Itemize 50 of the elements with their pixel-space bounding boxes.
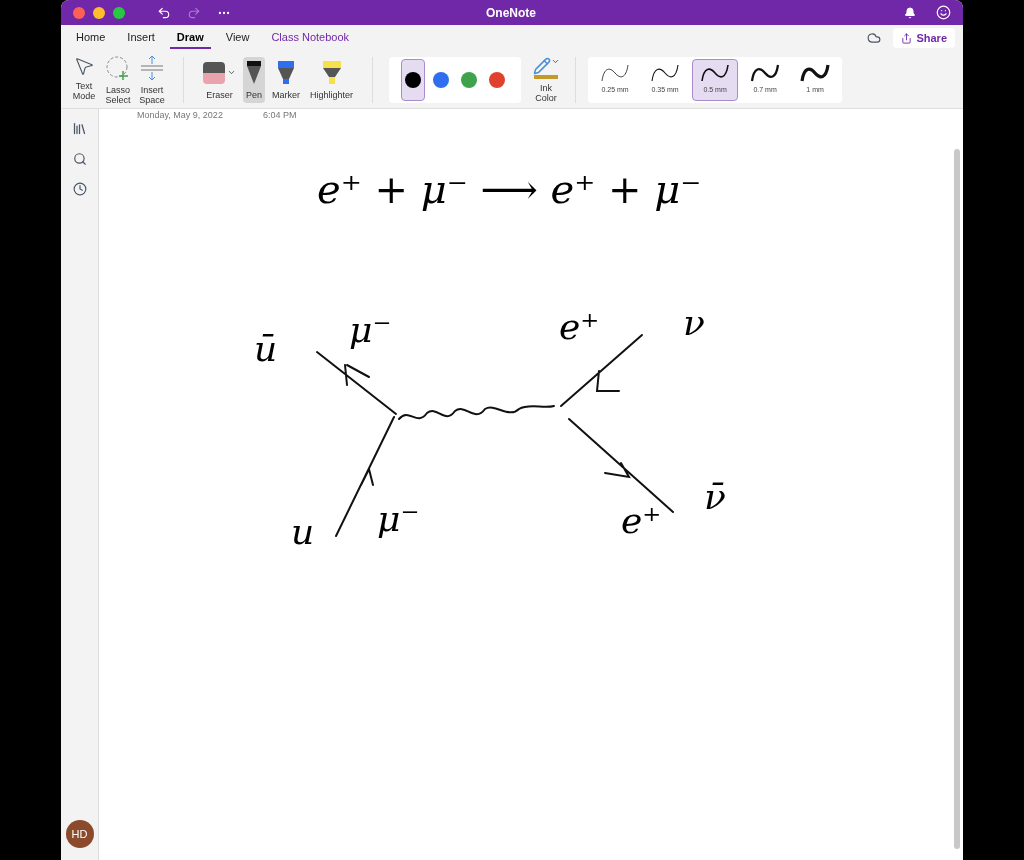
redo-icon[interactable] (187, 5, 201, 20)
ribbon-tool-button[interactable]: Lasso Select (103, 54, 133, 105)
notebooks-icon[interactable] (72, 121, 87, 136)
pen-icon (246, 60, 262, 85)
search-icon[interactable] (72, 152, 87, 166)
color-swatch[interactable] (401, 58, 426, 101)
ink-color-button[interactable]: Ink Color (529, 56, 564, 103)
ribbon-tab[interactable]: Draw (169, 27, 211, 49)
page-time: 6:04 PM (262, 109, 297, 122)
lasso-icon (105, 54, 131, 81)
cloud-sync-icon[interactable] (867, 31, 882, 45)
ribbon-tool-button[interactable]: Insert Space (137, 54, 167, 105)
eraser-icon (203, 61, 225, 84)
user-avatar[interactable]: HD (65, 820, 94, 848)
handwritten-label: u (291, 514, 315, 550)
pencil-icon (532, 56, 551, 75)
pen-tool-button[interactable]: Pen (243, 56, 265, 103)
ribbon-tab[interactable]: View (218, 27, 257, 49)
handwritten-label: e⁺ (621, 503, 662, 539)
insert-space-icon (139, 54, 165, 81)
handwritten-label: μ⁻ (349, 312, 392, 348)
handwritten-label: ν̄ (704, 479, 726, 515)
pen-tool-button[interactable]: Eraser (200, 56, 239, 103)
page-date: Monday, May 9, 2022 (137, 109, 223, 122)
share-button[interactable]: Share (893, 27, 955, 49)
window-title: OneNote (486, 4, 536, 22)
handwritten-label: μ⁻ (377, 501, 420, 537)
share-icon (901, 32, 913, 44)
pen-tool-button[interactable]: Highlighter (307, 56, 357, 103)
stroke-curve-icon (750, 63, 781, 84)
pen-tool-button[interactable]: Marker (269, 56, 304, 103)
undo-icon[interactable] (157, 5, 171, 20)
stroke-curve-icon (600, 63, 631, 84)
highlighter-icon (321, 60, 342, 85)
handwritten-label: ū (254, 331, 278, 367)
stroke-curve-icon (800, 63, 831, 84)
ribbon-tab[interactable]: Class Notebook (264, 27, 357, 49)
stroke-curve-icon (700, 63, 731, 84)
scrollbar-thumb[interactable] (954, 149, 960, 849)
handwritten-label: e⁺ (559, 309, 600, 345)
ribbon-tab[interactable]: Insert (120, 27, 162, 49)
ribbon-tab[interactable]: Home (69, 27, 113, 49)
marker-icon (277, 60, 295, 85)
handwritten-equation: e⁺ + μ⁻ ⟶ e⁺ + μ⁻ (317, 165, 702, 214)
stroke-curve-icon (650, 63, 681, 84)
ribbon-tool-button[interactable]: Text Mode (69, 54, 99, 105)
handwritten-label: ν (683, 305, 705, 341)
bell-icon[interactable] (904, 6, 916, 19)
recent-icon[interactable] (72, 182, 87, 196)
smiley-icon[interactable] (936, 5, 951, 20)
